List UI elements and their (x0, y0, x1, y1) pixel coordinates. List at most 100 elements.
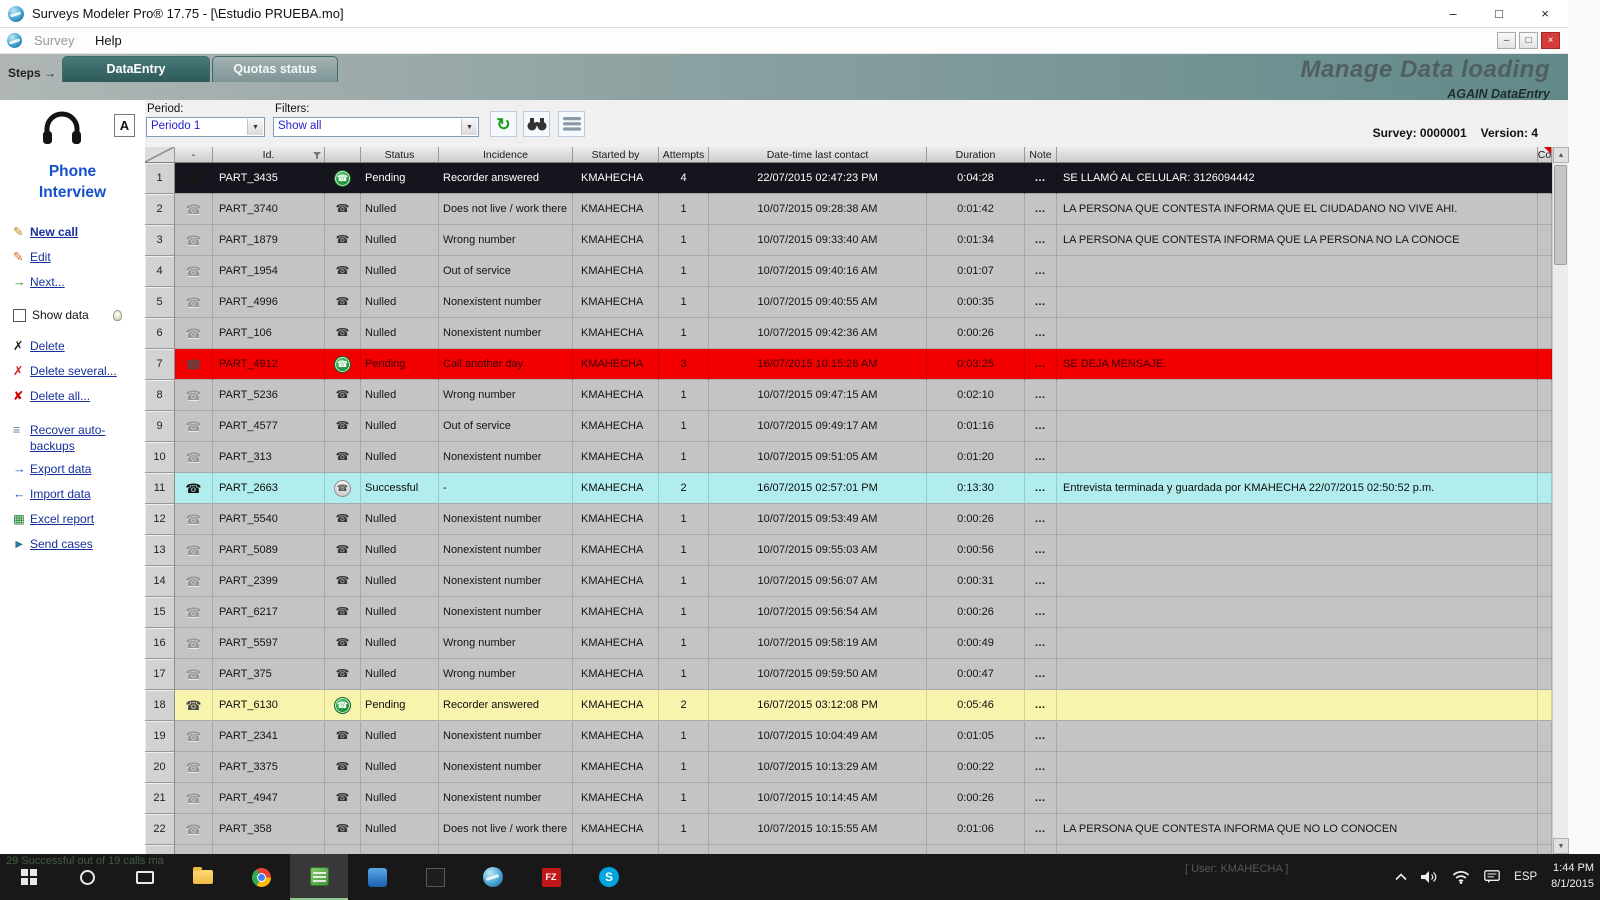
note-button[interactable]: … (1035, 420, 1047, 432)
column-header-col0[interactable] (145, 147, 175, 163)
sidebar-link-export-data[interactable]: →Export data (13, 461, 141, 479)
refresh-button[interactable]: ↻ (490, 111, 517, 137)
chrome-icon[interactable] (232, 854, 290, 900)
sidebar-link-delete[interactable]: ✗Delete (13, 338, 141, 356)
menu-help[interactable]: Help (95, 28, 122, 54)
column-header-col3[interactable] (325, 147, 361, 163)
table-row[interactable]: 13☎PART_5089☎NulledNonexistent numberKMA… (145, 535, 1552, 566)
note-button[interactable]: … (1035, 234, 1047, 246)
sidebar-link-recover-auto-backups[interactable]: ≡Recover auto-backups (13, 422, 141, 454)
tab-quotas-status[interactable]: Quotas status (212, 56, 338, 82)
table-row[interactable]: 15☎PART_6217☎NulledNonexistent numberKMA… (145, 597, 1552, 628)
modeler-globe-icon[interactable] (464, 854, 522, 900)
note-button[interactable]: … (1035, 451, 1047, 463)
column-header-date-time-last-contact[interactable]: Date-time last contact (709, 147, 927, 163)
show-data-checkbox[interactable] (13, 309, 26, 322)
column-header-incidence[interactable]: Incidence (439, 147, 573, 163)
table-row[interactable]: 5☎PART_4996☎NulledNonexistent numberKMAH… (145, 287, 1552, 318)
note-button[interactable]: … (1035, 668, 1047, 680)
table-row[interactable]: 19☎PART_2341☎NulledNonexistent numberKMA… (145, 721, 1552, 752)
table-row[interactable]: 2☎PART_3740☎NulledDoes not live / work t… (145, 194, 1552, 225)
scroll-down-arrow[interactable]: ▼ (1553, 838, 1569, 854)
file-explorer-icon[interactable] (174, 854, 232, 900)
filters-select[interactable]: Show all ▼ (273, 117, 479, 137)
filter-funnel-icon[interactable] (313, 152, 321, 159)
search-button[interactable] (58, 854, 116, 900)
note-button[interactable]: … (1035, 389, 1047, 401)
note-button[interactable]: … (1035, 482, 1047, 494)
note-button[interactable]: … (1035, 203, 1047, 215)
table-row[interactable]: 16☎PART_5597☎NulledWrong numberKMAHECHA1… (145, 628, 1552, 659)
note-button[interactable]: … (1035, 575, 1047, 587)
show-records-button[interactable] (558, 111, 585, 137)
note-button[interactable]: … (1035, 730, 1047, 742)
notifications-icon[interactable] (1484, 870, 1500, 884)
column-header-started-by[interactable]: Started by (573, 147, 659, 163)
note-button[interactable]: … (1035, 265, 1047, 277)
table-row[interactable]: 14☎PART_2399☎NulledNonexistent numberKMA… (145, 566, 1552, 597)
table-row[interactable]: 12☎PART_5540☎NulledNonexistent numberKMA… (145, 504, 1552, 535)
wifi-icon[interactable] (1452, 870, 1470, 884)
table-row[interactable]: 7☎PART_4912☎PendingCall another dayKMAHE… (145, 349, 1552, 380)
sidebar-link-new-call[interactable]: ✎New call (13, 224, 141, 242)
volume-icon[interactable] (1421, 870, 1438, 884)
app-blue-icon[interactable] (348, 854, 406, 900)
sidebar-link-send-cases[interactable]: ►Send cases (13, 536, 141, 554)
note-button[interactable]: … (1035, 606, 1047, 618)
table-row[interactable]: 10☎PART_313☎NulledNonexistent numberKMAH… (145, 442, 1552, 473)
note-button[interactable]: … (1035, 172, 1047, 184)
sidebar-link-edit[interactable]: ✎Edit (13, 249, 141, 267)
column-header-note[interactable]: Note (1025, 147, 1057, 163)
table-row[interactable]: 23 (145, 845, 1552, 854)
note-button[interactable]: … (1035, 327, 1047, 339)
find-button[interactable] (523, 111, 550, 137)
tab-dataentry[interactable]: DataEntry (62, 56, 210, 82)
column-header-id[interactable]: Id. (213, 147, 325, 163)
scrollbar-thumb[interactable] (1554, 165, 1567, 265)
filezilla-icon[interactable]: FZ (522, 854, 580, 900)
sidebar-link-excel-report[interactable]: ▦Excel report (13, 511, 141, 529)
maximize-button[interactable]: □ (1476, 0, 1522, 28)
vertical-scrollbar[interactable]: ▲ ▼ (1552, 147, 1568, 854)
close-button[interactable]: × (1522, 0, 1568, 28)
task-view-button[interactable] (116, 854, 174, 900)
column-header-status[interactable]: Status (361, 147, 439, 163)
note-button[interactable]: … (1035, 699, 1047, 711)
column-header-col11[interactable] (1057, 147, 1538, 163)
steps-label[interactable]: Steps → (8, 66, 56, 80)
table-row[interactable]: 17☎PART_375☎NulledWrong numberKMAHECHA11… (145, 659, 1552, 690)
mdi-close-button[interactable]: × (1541, 32, 1560, 49)
mdi-minimize-button[interactable]: – (1497, 32, 1516, 49)
menu-survey[interactable]: Survey (34, 28, 74, 54)
table-row[interactable]: 11☎PART_2663☎Successful-KMAHECHA216/07/2… (145, 473, 1552, 504)
language-indicator[interactable]: ESP (1514, 871, 1537, 883)
scroll-up-arrow[interactable]: ▲ (1553, 147, 1569, 163)
chevron-down-icon[interactable]: ▼ (247, 119, 263, 135)
tray-chevron-icon[interactable] (1395, 873, 1407, 881)
mdi-restore-button[interactable]: □ (1519, 32, 1538, 49)
note-button[interactable]: … (1035, 544, 1047, 556)
sidebar-link-next[interactable]: →Next... (13, 274, 141, 292)
table-row[interactable]: 22☎PART_358☎NulledDoes not live / work t… (145, 814, 1552, 845)
surveys-modeler-icon[interactable] (290, 854, 348, 900)
start-button[interactable] (0, 854, 58, 900)
note-button[interactable]: … (1035, 358, 1047, 370)
chevron-down-icon[interactable]: ▼ (461, 119, 477, 135)
note-button[interactable]: … (1035, 637, 1047, 649)
table-row[interactable]: 21☎PART_4947☎NulledNonexistent numberKMA… (145, 783, 1552, 814)
table-row[interactable]: 9☎PART_4577☎NulledOut of serviceKMAHECHA… (145, 411, 1552, 442)
table-row[interactable]: 20☎PART_3375☎NulledNonexistent numberKMA… (145, 752, 1552, 783)
table-row[interactable]: 3☎PART_1879☎NulledWrong numberKMAHECHA11… (145, 225, 1552, 256)
column-header-[interactable]: - (175, 147, 213, 163)
note-button[interactable]: … (1035, 823, 1047, 835)
clock[interactable]: 1:44 PM 8/1/2015 (1551, 861, 1594, 893)
period-select[interactable]: Periodo 1 ▼ (146, 117, 265, 137)
minimize-button[interactable]: – (1430, 0, 1476, 28)
table-row[interactable]: 6☎PART_106☎NulledNonexistent numberKMAHE… (145, 318, 1552, 349)
sidebar-link-import-data[interactable]: ←Import data (13, 486, 141, 504)
table-row[interactable]: 8☎PART_5236☎NulledWrong numberKMAHECHA11… (145, 380, 1552, 411)
column-header-attempts[interactable]: Attempts (659, 147, 709, 163)
sidebar-link-delete-several[interactable]: ✗Delete several... (13, 363, 141, 381)
table-row[interactable]: 18☎PART_6130☎PendingRecorder answeredKMA… (145, 690, 1552, 721)
terminal-icon[interactable] (406, 854, 464, 900)
